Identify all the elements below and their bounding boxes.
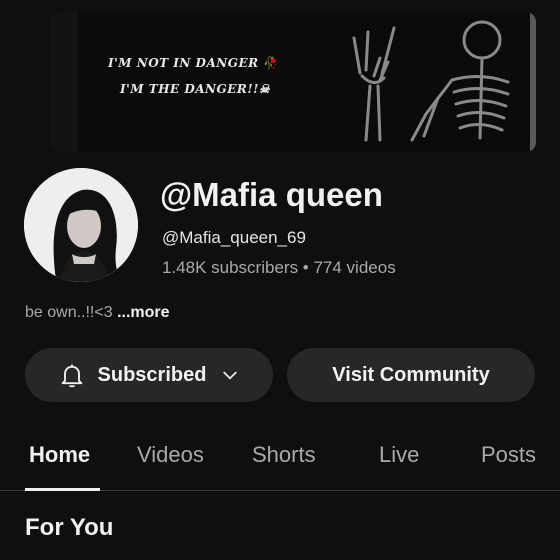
channel-banner: I'M NOT IN DANGER 🥀 I'M THE DANGER!!☠ [50, 12, 536, 152]
banner-text: I'M NOT IN DANGER 🥀 I'M THE DANGER!!☠ [108, 50, 279, 102]
channel-description[interactable]: be own..!!<3 ...more [25, 304, 170, 322]
bell-icon [61, 364, 82, 388]
section-title: For You [25, 514, 114, 541]
avatar-photo [24, 168, 138, 282]
tab-home[interactable]: Home [29, 442, 90, 468]
banner-strip [50, 12, 78, 152]
subscribed-label: Subscribed [97, 363, 207, 386]
tab-shorts[interactable]: Shorts [252, 442, 316, 468]
tab-posts[interactable]: Posts [481, 442, 537, 468]
description-text: be own..!!<3 [25, 304, 113, 321]
rose-icon: 🥀 [263, 56, 279, 70]
channel-name: @Mafia queen [160, 176, 383, 213]
active-tab-indicator [25, 488, 100, 491]
banner-line-2: I'M THE DANGER!!☠ [120, 82, 271, 96]
channel-tabs: Home Videos Shorts Live Posts [0, 430, 560, 491]
visit-community-button[interactable]: Visit Community [287, 348, 535, 402]
chevron-down-icon [223, 371, 238, 380]
avatar[interactable] [24, 168, 138, 282]
more-link[interactable]: ...more [117, 304, 169, 321]
subscribed-button[interactable]: Subscribed [25, 348, 273, 402]
skeleton-hand-art [352, 20, 510, 142]
banner-edge [530, 12, 536, 152]
tab-live[interactable]: Live [379, 442, 419, 468]
banner-line-1: I'M NOT IN DANGER [108, 56, 259, 70]
channel-handle: @Mafia_queen_69 [162, 228, 306, 247]
channel-stats: 1.48K subscribers • 774 videos [162, 258, 396, 277]
tab-videos[interactable]: Videos [137, 442, 204, 468]
